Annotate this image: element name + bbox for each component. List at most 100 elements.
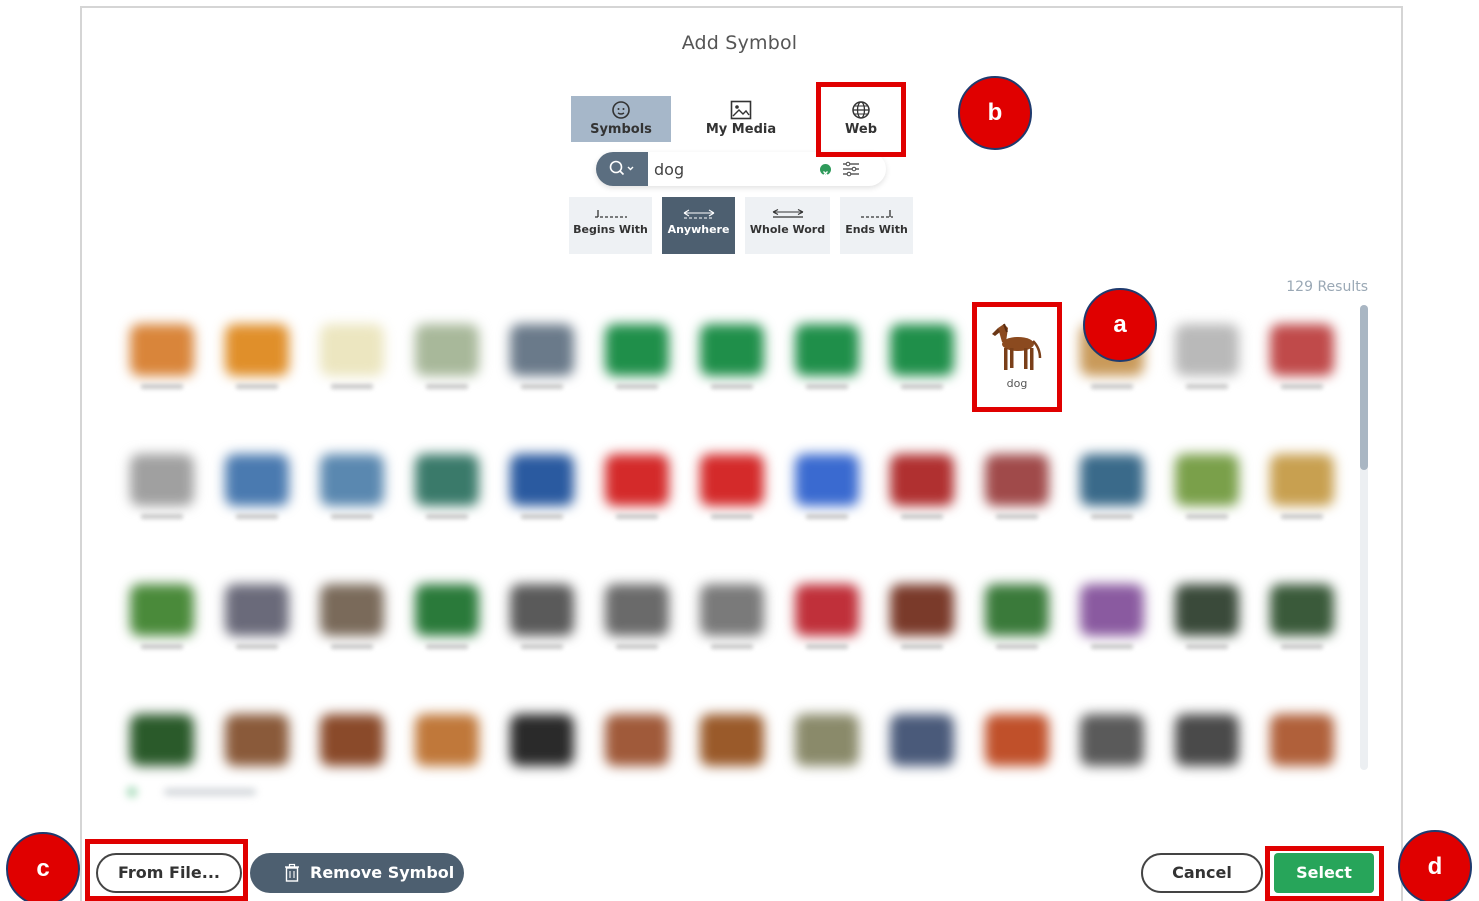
symbol-result[interactable] (605, 454, 669, 506)
symbol-result[interactable] (510, 584, 574, 636)
symbol-result[interactable] (320, 324, 384, 376)
mode-ends-with[interactable]: Ends With (840, 197, 913, 254)
symbol-result-caption (236, 384, 278, 389)
symbol-result[interactable] (985, 714, 1049, 766)
symbol-result[interactable] (130, 454, 194, 506)
symbol-result[interactable] (700, 584, 764, 636)
symbol-result[interactable] (510, 324, 574, 376)
symbol-result-caption (711, 384, 753, 389)
symbol-result[interactable] (700, 454, 764, 506)
more-results-blur-icon (126, 786, 256, 798)
symbol-result-caption (1281, 644, 1323, 649)
remove-symbol-button[interactable]: Remove Symbol (250, 853, 464, 893)
symbol-result[interactable] (795, 584, 859, 636)
results-scrollbar[interactable] (1360, 305, 1368, 770)
annotation-badge-a: a (1083, 288, 1157, 362)
more-results-link[interactable] (122, 784, 262, 800)
search-icon (609, 160, 634, 176)
trash-icon (285, 863, 299, 882)
symbol-result[interactable] (985, 584, 1049, 636)
symbol-result-caption (1186, 644, 1228, 649)
symbol-result[interactable] (130, 584, 194, 636)
clear-search-icon[interactable] (820, 164, 831, 176)
filter-settings-icon[interactable] (842, 161, 860, 177)
symbol-result-caption (901, 514, 943, 519)
highlight-web-tab (816, 82, 906, 157)
symbol-result[interactable] (1270, 454, 1334, 506)
face-icon (612, 101, 630, 119)
symbol-result[interactable] (320, 454, 384, 506)
symbol-result[interactable] (415, 324, 479, 376)
symbol-result[interactable] (700, 324, 764, 376)
symbol-result[interactable] (1175, 324, 1239, 376)
mode-begins-with[interactable]: Begins With (569, 197, 652, 254)
symbol-result[interactable] (510, 714, 574, 766)
symbol-result[interactable] (1175, 714, 1239, 766)
mode-whole-word[interactable]: Whole Word (745, 197, 830, 254)
symbol-result[interactable] (700, 714, 764, 766)
symbol-result-caption (331, 384, 373, 389)
symbol-result[interactable] (225, 324, 289, 376)
symbol-result-caption (616, 644, 658, 649)
symbol-result-caption (806, 514, 848, 519)
symbol-result-caption (1091, 514, 1133, 519)
symbol-result[interactable] (320, 714, 384, 766)
symbol-result[interactable] (1270, 324, 1334, 376)
cancel-button[interactable]: Cancel (1141, 853, 1263, 893)
mode-anywhere[interactable]: Anywhere (662, 197, 735, 254)
symbol-result[interactable] (225, 454, 289, 506)
search-type-button[interactable] (596, 152, 648, 186)
symbol-result[interactable] (795, 324, 859, 376)
screen: { "dialog": { "title": "Add Symbol" }, "… (0, 0, 1479, 901)
tab-symbols[interactable]: Symbols (571, 96, 671, 142)
whole-word-icon (772, 209, 803, 218)
symbol-result[interactable] (985, 454, 1049, 506)
annotation-badge-d: d (1398, 830, 1472, 901)
scrollbar-thumb[interactable] (1360, 305, 1368, 470)
symbol-result[interactable] (605, 584, 669, 636)
mode-ends-with-label: Ends With (845, 223, 908, 236)
symbol-result[interactable] (1270, 714, 1334, 766)
tab-symbols-label: Symbols (590, 122, 652, 137)
symbol-result[interactable] (130, 324, 194, 376)
symbol-result[interactable] (1175, 584, 1239, 636)
symbol-result[interactable] (415, 714, 479, 766)
symbol-result[interactable] (605, 714, 669, 766)
symbol-result-caption (996, 644, 1038, 649)
symbol-result[interactable] (130, 714, 194, 766)
symbol-result-caption (616, 384, 658, 389)
tab-my-media[interactable]: My Media (691, 96, 791, 142)
symbol-result[interactable] (225, 714, 289, 766)
symbol-result-caption (331, 514, 373, 519)
symbol-result[interactable] (510, 454, 574, 506)
symbol-result[interactable] (890, 324, 954, 376)
symbol-result[interactable] (795, 714, 859, 766)
symbol-result[interactable] (320, 584, 384, 636)
symbol-result[interactable] (1080, 714, 1144, 766)
symbol-result-caption (236, 644, 278, 649)
symbol-result[interactable] (1175, 454, 1239, 506)
symbol-result[interactable] (225, 584, 289, 636)
symbol-result[interactable] (605, 324, 669, 376)
tab-my-media-label: My Media (705, 122, 777, 137)
symbol-result-caption (1186, 384, 1228, 389)
symbol-result-caption (901, 384, 943, 389)
highlight-selected-symbol (972, 302, 1062, 412)
symbol-result-caption (711, 644, 753, 649)
symbol-result[interactable] (1080, 454, 1144, 506)
symbol-result[interactable] (415, 584, 479, 636)
symbol-result[interactable] (415, 454, 479, 506)
symbol-result[interactable] (1270, 584, 1334, 636)
begins-with-icon (594, 210, 627, 218)
annotation-badge-c: c (6, 832, 80, 901)
symbol-result-caption (141, 514, 183, 519)
symbol-result[interactable] (890, 714, 954, 766)
symbol-result[interactable] (890, 584, 954, 636)
symbol-result-caption (331, 644, 373, 649)
search-input[interactable] (654, 159, 804, 179)
symbol-result-caption (806, 384, 848, 389)
symbol-result[interactable] (795, 454, 859, 506)
symbol-result[interactable] (890, 454, 954, 506)
highlight-select (1265, 846, 1384, 901)
symbol-result[interactable] (1080, 584, 1144, 636)
